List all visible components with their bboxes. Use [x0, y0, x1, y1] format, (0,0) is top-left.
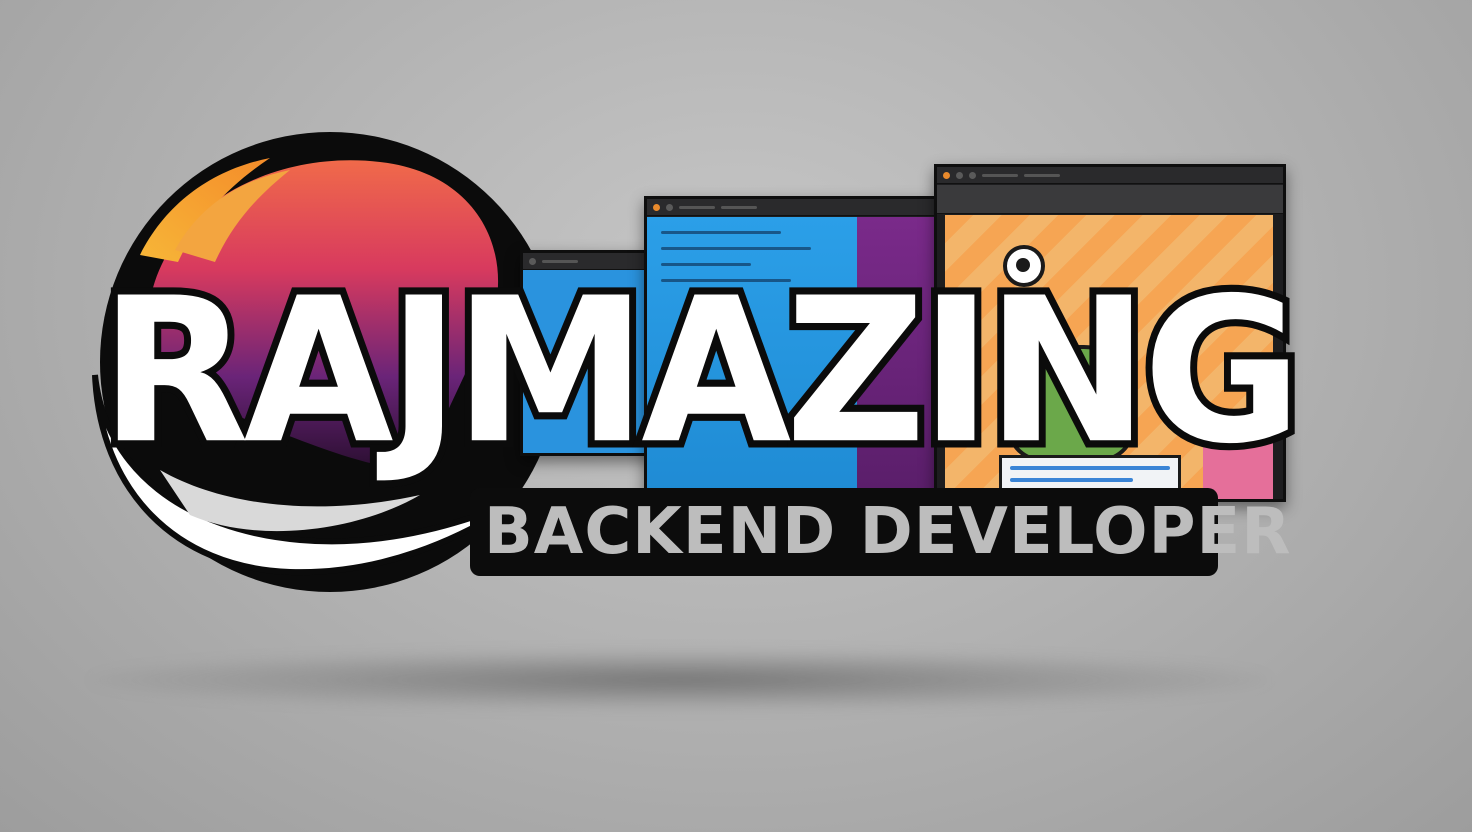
window-titlebar [647, 199, 947, 216]
brand-tagline: BACKEND DEVELOPER [484, 495, 1292, 569]
brand-wordmark: RAJMAZING [93, 255, 1309, 489]
logo-stage: RAJMAZING BACKEND DEVELOPER [0, 0, 1472, 832]
window-titlebar [937, 167, 1283, 184]
toolbar [937, 185, 1283, 214]
